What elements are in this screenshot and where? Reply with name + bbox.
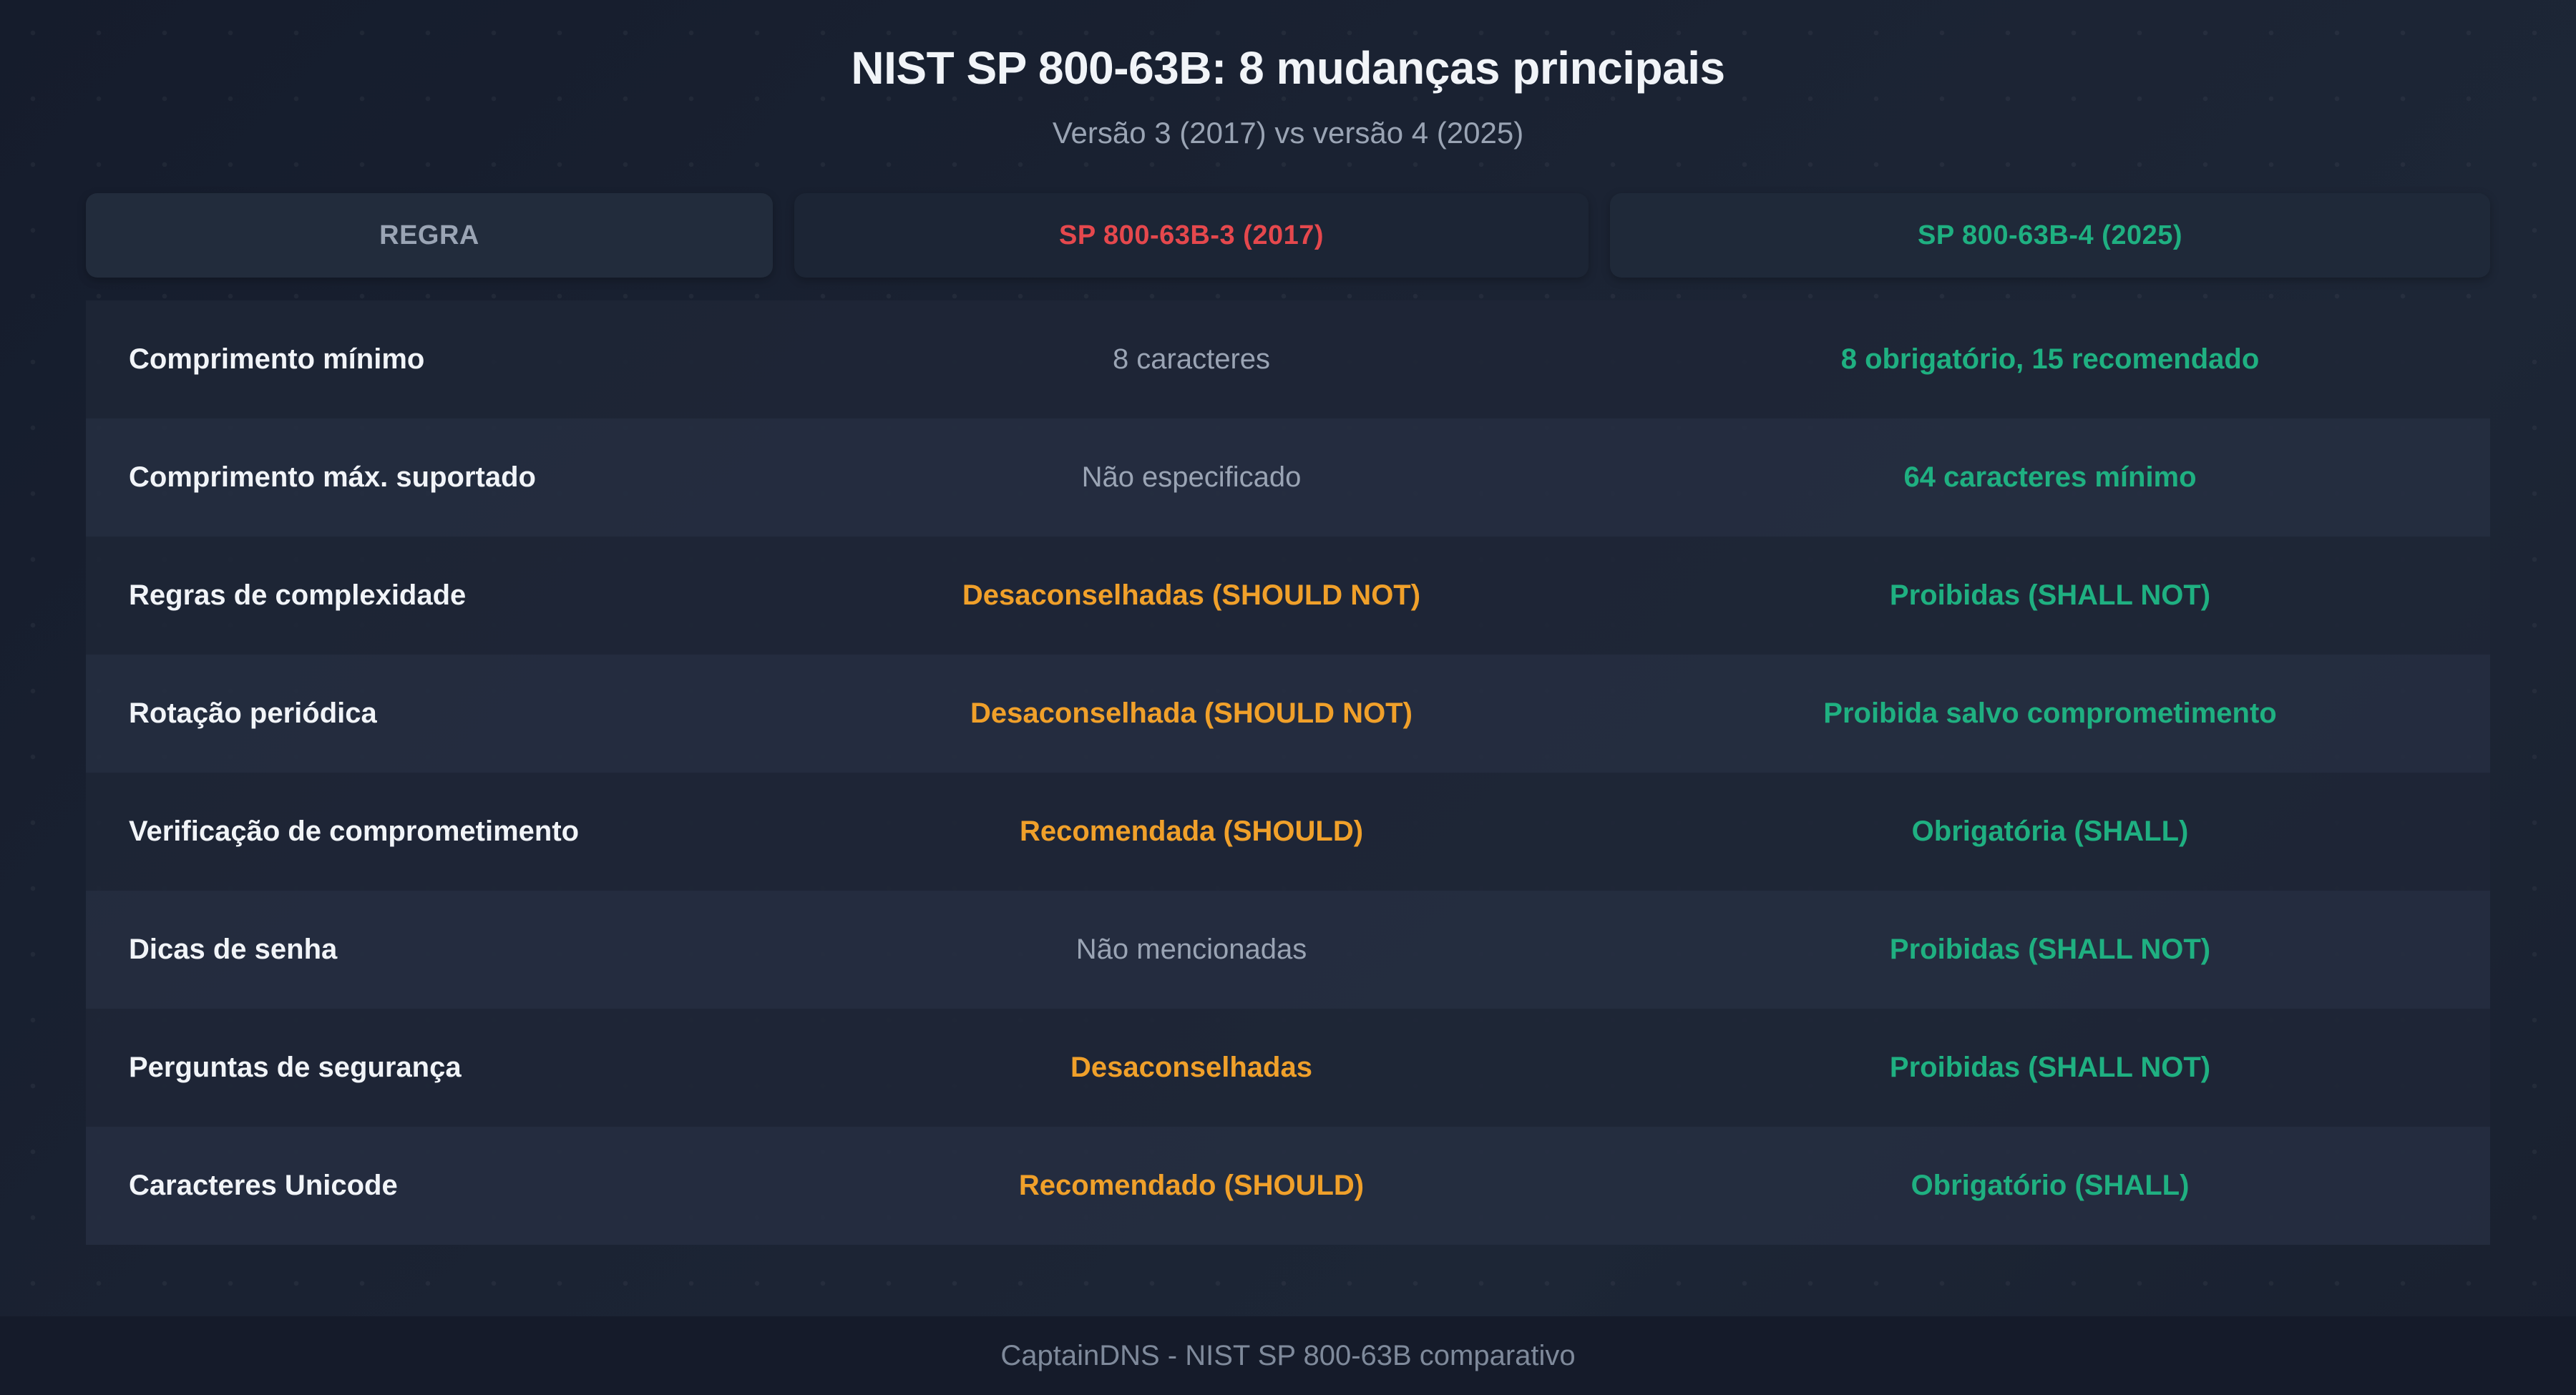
- v4-value-cell: Proibidas (SHALL NOT): [1889, 1052, 2211, 1083]
- rule-name-cell: Dicas de senha: [129, 934, 338, 965]
- v3-value-cell: Recomendada (SHOULD): [1019, 816, 1364, 847]
- v4-value-cell: Obrigatória (SHALL): [1911, 816, 2189, 847]
- page-subtitle: Versão 3 (2017) vs versão 4 (2025): [1052, 116, 1524, 150]
- table-row: Comprimento máx. suportado Não especific…: [86, 418, 2490, 537]
- v3-value-cell: Não mencionadas: [1075, 934, 1307, 965]
- table-row: Verificação de comprometimento Recomenda…: [86, 773, 2490, 891]
- table-row: Dicas de senha Não mencionadas Proibidas…: [86, 891, 2490, 1009]
- footer-caption: CaptainDNS - NIST SP 800-63B comparativo: [0, 1316, 2576, 1395]
- column-header-v3: SP 800-63B-3 (2017): [794, 193, 1589, 278]
- rule-name-cell: Regras de complexidade: [129, 579, 467, 611]
- v3-value-cell: 8 caracteres: [1112, 343, 1271, 375]
- column-header-rule: REGRA: [86, 193, 773, 278]
- page-title: NIST SP 800-63B: 8 mudanças principais: [851, 42, 1725, 94]
- table-row: Rotação periódica Desaconselhada (SHOULD…: [86, 655, 2490, 773]
- v4-value-cell: 64 caracteres mínimo: [1903, 461, 2197, 493]
- v3-value-cell: Não especificado: [1081, 461, 1302, 493]
- v4-value-cell: Proibidas (SHALL NOT): [1889, 579, 2211, 611]
- v3-value-cell: Desaconselhadas (SHOULD NOT): [962, 579, 1421, 611]
- v4-value-cell: Proibida salvo comprometimento: [1823, 698, 2277, 729]
- rule-name-cell: Verificação de comprometimento: [129, 816, 580, 847]
- comparison-table: Comprimento mínimo 8 caracteres 8 obriga…: [86, 300, 2490, 1245]
- table-row: Perguntas de segurança Desaconselhadas P…: [86, 1009, 2490, 1127]
- table-row: Regras de complexidade Desaconselhadas (…: [86, 537, 2490, 655]
- v3-value-cell: Recomendado (SHOULD): [1018, 1170, 1365, 1201]
- rule-name-cell: Rotação periódica: [129, 698, 377, 729]
- rule-name-cell: Comprimento máx. suportado: [129, 461, 536, 493]
- v4-value-cell: Proibidas (SHALL NOT): [1889, 934, 2211, 965]
- v4-value-cell: Obrigatório (SHALL): [1911, 1170, 2190, 1201]
- rule-name-cell: Caracteres Unicode: [129, 1170, 398, 1201]
- v4-value-cell: 8 obrigatório, 15 recomendado: [1840, 343, 2260, 375]
- v3-value-cell: Desaconselhada (SHOULD NOT): [970, 698, 1413, 729]
- table-row: Comprimento mínimo 8 caracteres 8 obriga…: [86, 300, 2490, 418]
- rule-name-cell: Perguntas de segurança: [129, 1052, 462, 1083]
- table-row: Caracteres Unicode Recomendado (SHOULD) …: [86, 1127, 2490, 1245]
- rule-name-cell: Comprimento mínimo: [129, 343, 425, 375]
- v3-value-cell: Desaconselhadas: [1070, 1052, 1312, 1083]
- column-header-v4: SP 800-63B-4 (2025): [1610, 193, 2490, 278]
